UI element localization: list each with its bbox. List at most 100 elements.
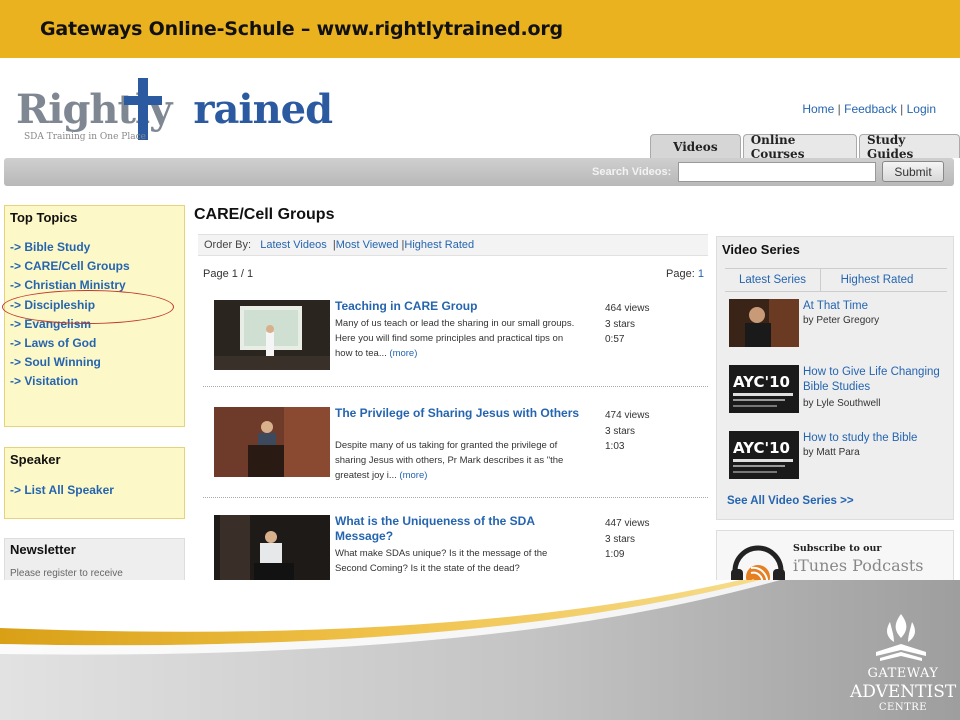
site-logo[interactable]: Rightly rained SDA Training in One Place <box>16 70 333 150</box>
search-input[interactable] <box>678 162 876 182</box>
video-stats: 464 views 3 stars 0:57 <box>605 301 649 348</box>
video-more-link[interactable]: (more) <box>399 470 427 481</box>
tab-study-guides[interactable]: Study Guides <box>858 133 960 161</box>
top-links: Home | Feedback | Login <box>802 102 936 116</box>
video-duration: 1:09 <box>605 549 625 560</box>
highlight-oval <box>2 290 174 324</box>
newsletter-box: Newsletter Please register to receive <box>4 538 185 580</box>
video-desc-text: Many of us teach or lead the sharing in … <box>335 318 575 359</box>
footer-swoosh <box>0 580 960 720</box>
top-topics-heading: Top Topics <box>10 210 78 225</box>
see-all-series-link[interactable]: See All Video Series >> <box>727 495 854 507</box>
video-views: 464 views <box>605 303 650 314</box>
series-thumbnail[interactable]: AYC'10 <box>729 431 799 479</box>
topic-laws-of-god[interactable]: -> Laws of God <box>10 334 179 353</box>
order-latest-videos[interactable]: Latest Videos <box>260 239 326 251</box>
search-bar: Search Videos: Submit <box>4 158 954 186</box>
video-stats: 447 views 3 stars 1:09 <box>605 516 649 563</box>
tab-online-courses[interactable]: Online Courses <box>742 133 857 161</box>
series-title[interactable]: How to Give Life Changing Bible Studies <box>803 365 953 395</box>
tab-videos[interactable]: Videos <box>650 134 741 158</box>
video-stats: 474 views 3 stars 1:03 <box>605 408 649 455</box>
page-nav: Page: 1 <box>666 268 704 280</box>
video-description: What make SDAs unique? Is it the message… <box>335 546 575 576</box>
video-title[interactable]: Teaching in CARE Group <box>335 299 585 314</box>
video-duration: 0:57 <box>605 334 625 345</box>
list-all-speaker-link[interactable]: -> List All Speaker <box>10 481 179 500</box>
newsletter-snippet: Please register to receive <box>10 568 123 579</box>
topic-soul-winning[interactable]: -> Soul Winning <box>10 353 179 372</box>
logo-gateway-text: GATEWAY <box>867 666 939 681</box>
slide-header: Gateways Online-Schule – www.rightlytrai… <box>0 0 960 58</box>
video-description: Despite many of us taking for granted th… <box>335 438 575 483</box>
gateway-adventist-logo: GATEWAY ADVENTIST CENTRE <box>850 612 960 716</box>
video-stars: 3 stars <box>605 425 636 437</box>
tab-highest-rated[interactable]: Highest Rated <box>821 269 933 291</box>
feedback-link[interactable]: Feedback <box>844 102 897 116</box>
topic-visitation[interactable]: -> Visitation <box>10 372 179 391</box>
speaker-box: Speaker -> List All Speaker <box>4 447 185 519</box>
main-tabs: Videos Online Courses Study Guides <box>650 133 960 161</box>
video-stars: 3 stars <box>605 533 636 545</box>
video-description: Many of us teach or lead the sharing in … <box>335 316 575 361</box>
order-by-bar: Order By: Latest Videos |Most Viewed |Hi… <box>198 234 708 256</box>
series-author: by Lyle Southwell <box>803 398 881 409</box>
series-author: by Peter Gregory <box>803 315 880 326</box>
divider <box>203 497 708 498</box>
divider <box>203 386 708 387</box>
podcast-box[interactable]: Subscribe to our iTunes Podcasts <box>716 530 954 580</box>
series-title[interactable]: At That Time <box>803 299 953 314</box>
slide-footer-decoration <box>0 580 960 720</box>
speaker-list: -> List All Speaker <box>5 481 184 500</box>
order-by-label: Order By: <box>204 239 252 251</box>
ayc-logo-text: AYC'10 <box>733 439 790 457</box>
order-highest-rated[interactable]: Highest Rated <box>404 239 474 251</box>
podcast-subscribe-text: Subscribe to our <box>793 543 882 554</box>
topic-care-cell-groups[interactable]: -> CARE/Cell Groups <box>10 257 179 276</box>
video-more-link[interactable]: (more) <box>389 348 417 359</box>
page-link-1[interactable]: 1 <box>698 268 704 280</box>
video-stars: 3 stars <box>605 318 636 330</box>
logo-cross-icon <box>138 78 148 140</box>
search-submit-button[interactable]: Submit <box>882 161 944 182</box>
search-label: Search Videos: <box>592 166 672 178</box>
video-title[interactable]: The Privilege of Sharing Jesus with Othe… <box>335 406 585 421</box>
series-thumbnail[interactable] <box>729 299 799 347</box>
series-author: by Matt Para <box>803 447 860 458</box>
series-thumbnail[interactable]: AYC'10 <box>729 365 799 413</box>
website-screenshot: Rightly rained SDA Training in One Place … <box>0 58 960 580</box>
video-views: 447 views <box>605 518 650 529</box>
podcast-headphones-icon <box>731 545 785 580</box>
series-tabs: Latest Series Highest Rated <box>725 268 947 292</box>
home-link[interactable]: Home <box>802 102 834 116</box>
video-thumbnail[interactable] <box>214 300 330 370</box>
series-title[interactable]: How to study the Bible <box>803 431 953 446</box>
order-most-viewed[interactable]: Most Viewed <box>336 239 399 251</box>
video-thumbnail[interactable] <box>214 407 330 477</box>
topic-bible-study[interactable]: -> Bible Study <box>10 238 179 257</box>
logo-adventist-text: ADVENTIST <box>850 682 957 702</box>
flame-bible-icon <box>876 614 926 661</box>
slide-title: Gateways Online-Schule – www.rightlytrai… <box>40 18 563 40</box>
video-desc-text: What make SDAs unique? Is it the message… <box>335 548 548 574</box>
newsletter-heading: Newsletter <box>10 542 76 557</box>
podcast-itunes-text: iTunes Podcasts <box>793 556 924 575</box>
video-thumbnail[interactable] <box>214 515 330 580</box>
video-series-heading: Video Series <box>722 242 800 257</box>
page-indicator: Page 1 / 1 <box>203 268 254 280</box>
logo-cross-bar <box>124 96 162 105</box>
video-duration: 1:03 <box>605 441 625 452</box>
video-series-box: Video Series Latest Series Highest Rated… <box>716 236 954 520</box>
logo-centre-text: CENTRE <box>878 702 928 713</box>
video-desc-text: Despite many of us taking for granted th… <box>335 440 564 481</box>
video-title[interactable]: What is the Uniqueness of the SDA Messag… <box>335 514 585 544</box>
tab-latest-series[interactable]: Latest Series <box>725 269 821 291</box>
speaker-heading: Speaker <box>10 452 61 467</box>
logo-tagline: SDA Training in One Place <box>24 132 146 142</box>
video-views: 474 views <box>605 410 650 421</box>
page-nav-label: Page: <box>666 268 695 280</box>
page-title: CARE/Cell Groups <box>194 206 335 223</box>
logo-wordmark: Rightly rained <box>16 86 333 133</box>
login-link[interactable]: Login <box>907 102 936 116</box>
ayc-logo-text: AYC'10 <box>733 373 790 391</box>
